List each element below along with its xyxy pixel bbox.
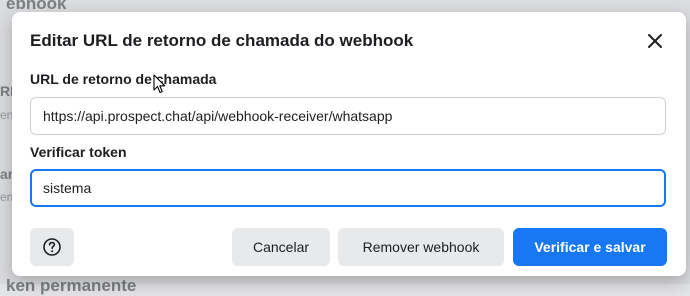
verify-token-input[interactable] xyxy=(30,169,666,207)
verify-and-save-button[interactable]: Verificar e salvar xyxy=(513,228,667,266)
remove-webhook-button[interactable]: Remover webhook xyxy=(338,228,504,266)
help-button[interactable] xyxy=(30,228,74,266)
dialog-title: Editar URL de retorno de chamada do webh… xyxy=(30,31,414,50)
close-icon[interactable] xyxy=(646,32,664,50)
verify-token-label: Verificar token xyxy=(30,144,127,160)
webhook-dialog: Editar URL de retorno de chamada do webh… xyxy=(12,12,686,276)
background-heading: ken permanente xyxy=(6,276,137,295)
mouse-cursor-icon xyxy=(153,74,166,94)
cancel-button[interactable]: Cancelar xyxy=(232,228,330,266)
question-circle-icon xyxy=(43,238,61,256)
callback-url-label: URL de retorno de chamada xyxy=(30,71,217,87)
callback-url-input[interactable] xyxy=(30,97,666,135)
